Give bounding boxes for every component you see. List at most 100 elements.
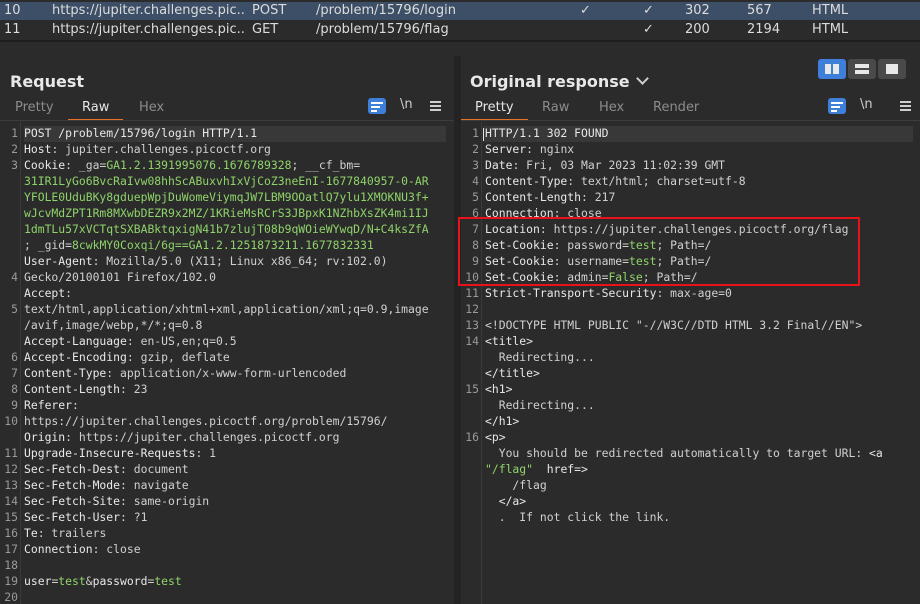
header-value: Redirecting... [485, 350, 595, 364]
code-line: 1dmTLu57xVCTqtSXBABktqxigN41b7zlujT08b9q… [24, 222, 429, 236]
line-number-gutter: 1 2 3 4 5 6 7 8 9 10 11 12 13 14 15 16 17 18 19 20 [0, 122, 20, 604]
code-line: User-Agent: Mozilla/5.0 (X11; Linux x86_… [24, 254, 387, 268]
header-name: Content-Type [24, 366, 107, 380]
newline-toggle[interactable]: \n [860, 96, 873, 114]
row-url: /problem/15796/flag [316, 22, 449, 37]
html-tag: </title> [485, 366, 540, 380]
request-editor[interactable]: 1 2 3 4 5 6 7 8 9 10 11 12 13 14 15 16 17 18 19 20 POST /pr… [0, 122, 454, 604]
header-value: : [72, 398, 79, 412]
row-length: 567 [747, 3, 772, 18]
code-line: </a> [485, 494, 526, 508]
row-edited-check: ✓ [580, 3, 591, 18]
text-cursor [483, 128, 484, 141]
split-columns-icon[interactable] [818, 59, 846, 79]
code-line: <title> [485, 334, 533, 348]
newline-toggle[interactable]: \n [400, 96, 413, 114]
header-name: Connection [24, 542, 93, 556]
header-value: : application/x-www-form-urlencoded [106, 366, 347, 380]
code-line: Redirecting... [485, 350, 595, 364]
highlight-value: GA1.2.1391995076.1676789328 [106, 158, 292, 172]
code-line: "/flag" href=> [485, 462, 588, 476]
code-line: Accept-Encoding: gzip, deflate [24, 350, 230, 364]
line-number: 16 [465, 430, 479, 444]
code-line: Sec-Fetch-User: ?1 [24, 510, 147, 524]
body-param-value: test [154, 574, 182, 588]
tab-raw[interactable]: Raw [542, 98, 569, 118]
response-pane: Original response Pretty Raw Hex Render … [461, 56, 920, 604]
line-number: 19 [4, 574, 18, 588]
code-line: You should be redirected automatically t… [485, 446, 883, 460]
code-line: wJcvMdZPT1Rm8MXwbDEZR9x2MZ/1KRieMsRCrS3J… [24, 206, 429, 220]
header-value: ; _gid= [24, 238, 73, 252]
code-line: Redirecting... [485, 398, 595, 412]
menu-icon[interactable] [430, 101, 441, 113]
line-number: 2 [472, 142, 479, 156]
header-value: : [65, 286, 73, 300]
code-line: Content-Length: 23 [24, 382, 147, 396]
header-name: Te [24, 526, 38, 540]
html-tag: > [581, 462, 588, 476]
pane-divider[interactable] [454, 56, 461, 604]
line-number: 4 [472, 174, 479, 188]
body-param-name: password [92, 574, 148, 588]
header-value: : gzip, deflate [126, 350, 230, 364]
tab-hex[interactable]: Hex [139, 98, 164, 118]
word-wrap-icon[interactable] [828, 98, 846, 114]
table-row[interactable]: 10 https://jupiter.challenges.pic... POS… [0, 2, 920, 20]
code-line: <!DOCTYPE HTML PUBLIC "-//W3C//DTD HTML … [485, 318, 862, 332]
single-pane-icon[interactable] [878, 59, 906, 79]
header-name: Sec-Fetch-Mode [24, 478, 121, 492]
response-title[interactable]: Original response [470, 72, 649, 91]
code-line: </h1> [485, 414, 519, 428]
tab-hex[interactable]: Hex [599, 98, 624, 118]
menu-icon[interactable] [900, 101, 911, 113]
header-value: <!DOCTYPE HTML PUBLIC "-//W3C//DTD HTML … [485, 318, 863, 332]
header-value: : jupiter.challenges.picoctf.org [51, 142, 271, 156]
line-number: 20 [4, 590, 18, 604]
code-line: Connection: close [24, 542, 141, 556]
tab-render[interactable]: Render [653, 98, 699, 118]
highlight-annotation-box [458, 217, 860, 286]
request-pane: Request Pretty Raw Hex \n 1 2 3 4 5 6 7 8 9 10 11 1… [0, 56, 454, 604]
code-line: text/html,application/xhtml+xml,applicat… [24, 302, 429, 316]
code-line: Server: nginx [485, 142, 574, 156]
header-name: Content-Length [24, 382, 121, 396]
body-param-name: user [24, 574, 52, 588]
header-value: /flag [485, 478, 547, 492]
split-rows-icon[interactable] [848, 59, 876, 79]
tab-raw[interactable]: Raw [67, 98, 124, 121]
tab-pretty[interactable]: Pretty [15, 98, 54, 118]
header-value: : max-age=0 [656, 286, 732, 300]
line-number: 5 [11, 302, 18, 316]
line-number: 1 [11, 126, 18, 140]
line-number: 12 [465, 302, 479, 316]
table-row[interactable]: 11 https://jupiter.challenges.pic... GET… [0, 21, 920, 39]
chevron-down-icon [635, 72, 649, 85]
code-line: Sec-Fetch-Mode: navigate [24, 478, 189, 492]
header-name: Accept-Encoding [24, 350, 127, 364]
line-number: 15 [465, 382, 479, 396]
line-number: 10 [4, 414, 18, 428]
header-value: : document [120, 462, 189, 476]
layout-toggle [818, 59, 910, 81]
highlight-value: 8cwkMY0Coxqi/6g== [72, 238, 189, 252]
code-line: . If not click the link. [485, 510, 670, 524]
word-wrap-icon[interactable] [368, 98, 386, 114]
highlight-value: GA1.2.1251873211.1677832331 [188, 238, 374, 252]
gutter-divider [481, 122, 482, 604]
history-scroll-area [0, 42, 920, 54]
header-name: Content-Length [485, 190, 582, 204]
tab-pretty[interactable]: Pretty [461, 98, 527, 121]
line-number: 15 [4, 510, 18, 524]
highlight-value: wJcvMdZPT1Rm8MXwbDEZR9x2MZ/1KRieMsRCrS3J… [24, 206, 429, 220]
response-editor[interactable]: 1 2 3 4 5 6 7 8 9 10 11 12 13 14 15 16 HTTP/1.1 302 FOU… [461, 122, 920, 604]
row-mime: HTML [812, 22, 849, 37]
row-number: 10 [4, 3, 21, 18]
line-number: 2 [11, 142, 18, 156]
code-line: <p> [485, 430, 506, 444]
html-tag: <a [869, 446, 883, 460]
code-line: Referer: [24, 398, 79, 412]
header-name: POST /problem/15796/login HTTP/1.1 [24, 126, 258, 140]
code-line: Date: Fri, 03 Mar 2023 11:02:39 GMT [485, 158, 725, 172]
line-number: 4 [11, 270, 18, 284]
